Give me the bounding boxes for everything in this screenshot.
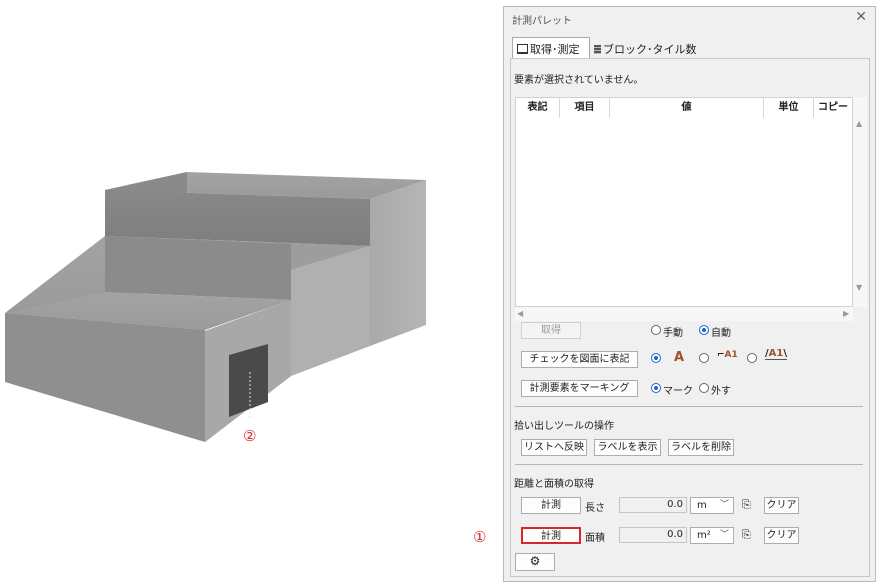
delete-label-button[interactable]: ラベルを削除 [668,439,734,456]
clear-length-button[interactable]: クリア [764,497,799,514]
divider [515,464,863,465]
clear-area-button[interactable]: クリア [764,527,799,544]
length-unit-value: m [697,500,707,511]
radio-auto-label: 自動 [711,328,731,339]
mark-elements-button[interactable]: 計測要素をマーキング [521,380,638,397]
copy-length-icon[interactable]: ⎘ [742,498,751,512]
area-unit-select[interactable]: m² ﹀ [690,527,734,544]
radio-manual-label: 手動 [663,328,683,339]
radio-text-balloon[interactable] [747,353,757,363]
reflect-to-list-button[interactable]: リストへ反映 [521,439,587,456]
palette-title: 計測パレット [512,16,572,27]
measurement-list[interactable]: 表記 項目 値 単位 コピー [515,97,853,307]
column-header-item[interactable]: 項目 [560,98,610,118]
radio-unmark-label: 外す [711,386,731,397]
radio-text-leader[interactable] [699,353,709,363]
gear-icon[interactable]: ⚙ [515,553,555,571]
text-style-a-icon: A [674,350,685,365]
show-label-button[interactable]: ラベルを表示 [594,439,661,456]
length-label: 長さ [585,503,605,514]
area-value-field: 0.0 [619,527,687,543]
tab-acquire-measure[interactable]: 取得･測定 [512,37,590,59]
chevron-down-icon: ﹀ [719,500,729,510]
column-header-unit[interactable]: 単位 [764,98,814,118]
radio-mark[interactable] [651,383,661,393]
step3-side [370,180,426,346]
measure-area-button[interactable]: 計測 [521,527,581,544]
monitor-icon [517,44,528,54]
balloon-text-icon: /A1\ [765,348,788,360]
distance-section-title: 距離と面積の取得 [514,479,594,490]
pickup-section-title: 拾い出しツールの操作 [514,421,614,432]
area-label: 面積 [585,533,605,544]
check-on-drawing-button[interactable]: チェックを図面に表記 [521,351,638,368]
radio-unmark[interactable] [699,383,709,393]
column-header-copy[interactable]: コピー [814,98,852,118]
radio-manual[interactable] [651,325,661,335]
annotation-marker-2: ② [243,427,257,445]
stairs-3d-model [5,172,426,442]
scroll-up-icon[interactable]: ▲ [856,119,862,128]
scroll-left-icon[interactable]: ◀ [517,309,523,318]
close-icon[interactable]: ✕ [855,9,867,25]
scroll-down-icon[interactable]: ▼ [856,283,862,292]
list-vertical-scrollbar[interactable]: ▲ ▼ [853,97,867,307]
area-unit-value: m² [697,530,711,541]
chevron-down-icon: ﹀ [719,530,729,540]
measurement-palette: 計測パレット ✕ 取得･測定 ブロック･タイル数 要素が選択されていません。 表… [503,6,876,582]
scroll-right-icon[interactable]: ▶ [843,309,849,318]
block-icon [594,45,601,54]
annotation-marker-1: ① [473,528,487,546]
column-header-value[interactable]: 値 [610,98,764,118]
measure-length-button[interactable]: 計測 [521,497,581,514]
list-horizontal-scrollbar[interactable]: ◀ ▶ [515,307,853,321]
palette-titlebar[interactable]: 計測パレット ✕ [504,7,875,31]
radio-mark-label: マーク [663,386,693,397]
length-value-field: 0.0 [619,497,687,513]
length-unit-select[interactable]: m ﹀ [690,497,734,514]
tab-label: 取得･測定 [530,43,580,56]
acquire-button[interactable]: 取得 [521,322,581,339]
copy-area-icon[interactable]: ⎘ [742,528,751,542]
tab-label: ブロック･タイル数 [603,43,697,56]
column-header-notation[interactable]: 表記 [516,98,560,118]
tab-content: 要素が選択されていません。 表記 項目 値 単位 コピー ▲ ▼ ◀ ▶ 取得 … [510,58,870,577]
divider [515,406,863,407]
tab-block-tile-count[interactable]: ブロック･タイル数 [590,38,701,58]
leader-text-icon: ⌐A1 [717,350,738,360]
radio-text-plain[interactable] [651,353,661,363]
dark-opening [229,344,268,417]
step2-riser-front [105,236,291,300]
selection-status: 要素が選択されていません。 [514,75,644,86]
radio-auto[interactable] [699,325,709,335]
